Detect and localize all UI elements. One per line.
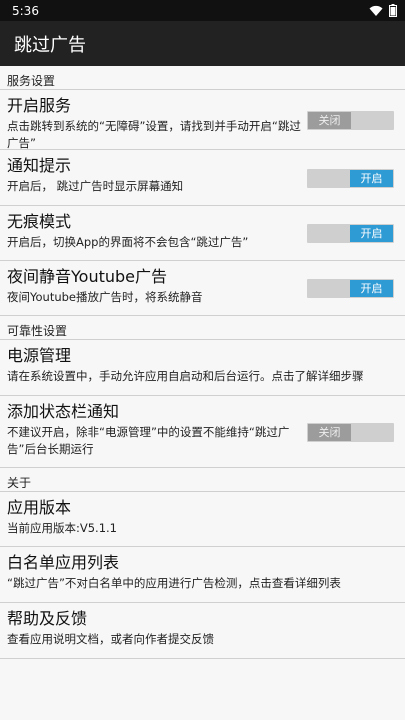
setting-incognito[interactable]: 无痕模式 开启后，切换App的界面将不会包含“跳过广告” 开启 xyxy=(0,206,405,261)
app-title: 跳过广告 xyxy=(14,34,86,56)
toggle-knob: 关闭 xyxy=(308,423,351,441)
setting-whitelist[interactable]: 白名单应用列表 “跳过广告”不对白名单中的应用进行广告检测，点击查看详细列表 xyxy=(0,547,405,603)
setting-subtitle: 不建议开启，除非“电源管理”中的设置不能维持“跳过广告”后台长期运行 xyxy=(7,425,290,456)
statusbar-notify-toggle[interactable]: 关闭 xyxy=(307,422,394,442)
setting-subtitle: 夜间Youtube播放广告时，将系统静音 xyxy=(7,290,203,304)
setting-title: 应用版本 xyxy=(7,498,72,517)
incognito-toggle[interactable]: 开启 xyxy=(307,224,394,243)
setting-youtube-mute[interactable]: 夜间静音Youtube广告 夜间Youtube播放广告时，将系统静音 开启 xyxy=(0,261,405,316)
setting-subtitle: 点击跳转到系统的“无障碍”设置，请找到并手动开启“跳过广告” xyxy=(7,119,301,150)
setting-help[interactable]: 帮助及反馈 查看应用说明文档，或者向作者提交反馈 xyxy=(0,603,405,659)
setting-notify[interactable]: 通知提示 开启后， 跳过广告时显示屏幕通知 开启 xyxy=(0,150,405,206)
setting-version[interactable]: 应用版本 当前应用版本:V5.1.1 xyxy=(0,492,405,547)
setting-subtitle: “跳过广告”不对白名单中的应用进行广告检测，点击查看详细列表 xyxy=(7,576,341,590)
wifi-icon xyxy=(369,5,383,16)
setting-title: 白名单应用列表 xyxy=(7,553,120,572)
setting-subtitle: 请在系统设置中，手动允许应用自启动和后台运行。点击了解详细步骤 xyxy=(7,369,364,383)
setting-subtitle: 当前应用版本:V5.1.1 xyxy=(7,521,118,535)
toggle-knob: 开启 xyxy=(350,225,393,242)
setting-title: 帮助及反馈 xyxy=(7,609,88,628)
enable-service-toggle[interactable]: 关闭 xyxy=(307,110,394,130)
toggle-knob: 关闭 xyxy=(308,111,351,129)
section-header-about: 关于 xyxy=(0,468,405,492)
setting-statusbar-notify[interactable]: 添加状态栏通知 不建议开启，除非“电源管理”中的设置不能维持“跳过广告”后台长期… xyxy=(0,396,405,468)
notify-toggle[interactable]: 开启 xyxy=(307,168,394,188)
setting-title: 夜间静音Youtube广告 xyxy=(7,267,167,286)
setting-title: 通知提示 xyxy=(7,156,72,175)
status-time: 5:36 xyxy=(12,3,39,18)
section-header-service: 服务设置 xyxy=(0,66,405,90)
setting-title: 添加状态栏通知 xyxy=(7,402,120,421)
youtube-mute-toggle[interactable]: 开启 xyxy=(307,279,394,298)
app-bar: 跳过广告 xyxy=(0,21,405,66)
status-icons xyxy=(369,4,397,17)
section-header-reliability: 可靠性设置 xyxy=(0,316,405,340)
setting-subtitle: 开启后， 跳过广告时显示屏幕通知 xyxy=(7,179,184,193)
setting-title: 开启服务 xyxy=(7,96,72,115)
setting-subtitle: 查看应用说明文档，或者向作者提交反馈 xyxy=(7,632,214,646)
toggle-knob: 开启 xyxy=(350,280,393,297)
setting-title: 电源管理 xyxy=(7,346,72,365)
status-bar: 5:36 xyxy=(0,0,405,21)
toggle-knob: 开启 xyxy=(350,169,393,187)
setting-title: 无痕模式 xyxy=(7,212,72,231)
battery-icon xyxy=(389,4,397,17)
setting-power[interactable]: 电源管理 请在系统设置中，手动允许应用自启动和后台运行。点击了解详细步骤 xyxy=(0,340,405,396)
setting-enable-service[interactable]: 开启服务 点击跳转到系统的“无障碍”设置，请找到并手动开启“跳过广告” 关闭 xyxy=(0,90,405,150)
setting-subtitle: 开启后，切换App的界面将不会包含“跳过广告” xyxy=(7,235,249,249)
